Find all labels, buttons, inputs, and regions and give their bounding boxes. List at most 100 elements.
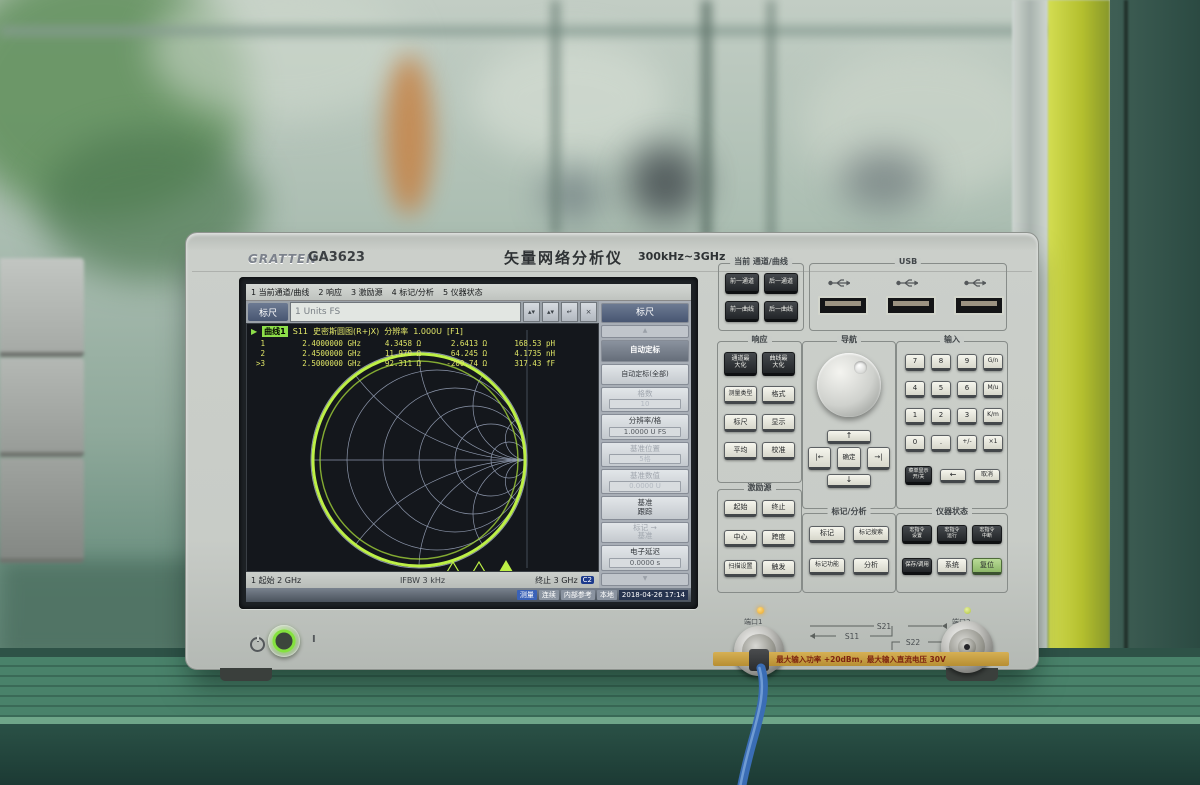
spinner-icon[interactable]: ▴▾: [542, 302, 559, 322]
key-9[interactable]: 9: [957, 354, 977, 371]
meas-type-button[interactable]: 测量类型: [724, 386, 757, 404]
display-button[interactable]: 显示: [762, 414, 795, 432]
usb-port-2[interactable]: [886, 296, 936, 315]
group-marker-analysis: 标记/分析 标记 标记搜索 标记功能 分析: [802, 513, 896, 593]
key-6[interactable]: 6: [957, 381, 977, 398]
key-1[interactable]: 1: [905, 408, 925, 425]
prev-trace-button[interactable]: 前一曲线: [725, 301, 759, 322]
key-8[interactable]: 8: [931, 354, 951, 371]
prev-channel-button[interactable]: 前一通道: [725, 273, 759, 294]
marker-search-button[interactable]: 标记搜索: [853, 526, 889, 543]
softmenu-down-icon[interactable]: ▼: [601, 573, 689, 586]
key-giga-nano[interactable]: G/n: [983, 354, 1003, 371]
marker-reactance: 64.245 Ω: [427, 349, 487, 359]
softkey-scale-per-div[interactable]: 分辨率/格 1.0000 U FS: [601, 414, 689, 440]
marker-id: >3: [251, 359, 265, 369]
trace-max-button[interactable]: 曲线最 大化: [762, 352, 795, 376]
menu-item-marker[interactable]: 4 标记/分析: [392, 287, 434, 298]
softmenu-up-icon[interactable]: ▲: [601, 325, 689, 338]
nav-up-button[interactable]: ↑: [827, 430, 871, 444]
key-plus-minus[interactable]: +/-: [957, 435, 977, 452]
key-mega-micro[interactable]: M/u: [983, 381, 1003, 398]
scale-button[interactable]: 标尺: [724, 414, 757, 432]
softkey-divisions[interactable]: 格数 10: [601, 387, 689, 412]
nav-left-button[interactable]: |←: [808, 447, 831, 470]
smith-chart-area: ▶ 曲线1 S11 史密斯圆图(R+jX) 分辨率 1.000U [F1] 1 …: [246, 323, 599, 572]
softkey-marker-to-ref[interactable]: 标记 → 基准: [601, 522, 689, 544]
brand-logo: GRATTEN: [248, 252, 317, 266]
next-trace-button[interactable]: 后一曲线: [764, 301, 798, 322]
knob-dimple: [854, 361, 867, 374]
softkey-ref-value[interactable]: 基准数值 0.0000 U: [601, 469, 689, 494]
power-on-label: I: [312, 634, 316, 645]
menu-item-stimulus[interactable]: 3 激励源: [351, 287, 383, 298]
center-button[interactable]: 中心: [724, 530, 757, 547]
active-trace-badge[interactable]: 曲线1: [262, 326, 288, 337]
trigger-button[interactable]: 触发: [762, 560, 795, 577]
status-measure: 测量: [517, 590, 537, 600]
softkey-ref-position[interactable]: 基准位置 5格: [601, 442, 689, 467]
span-button[interactable]: 跨度: [762, 530, 795, 547]
marker-reactance: -200.74 Ω: [427, 359, 487, 369]
key-2[interactable]: 2: [931, 408, 951, 425]
rotary-knob[interactable]: [817, 353, 881, 417]
power-button[interactable]: [268, 625, 300, 657]
calibrate-button[interactable]: 校准: [762, 442, 795, 460]
key-decimal[interactable]: .: [931, 435, 951, 452]
key-7[interactable]: 7: [905, 354, 925, 371]
close-icon[interactable]: ×: [580, 302, 597, 322]
marker-function-button[interactable]: 标记功能: [809, 558, 845, 575]
channel-max-button[interactable]: 通道最 大化: [724, 352, 757, 376]
spinner-icon[interactable]: ▴▾: [523, 302, 540, 322]
key-3[interactable]: 3: [957, 408, 977, 425]
nav-right-button[interactable]: →|: [867, 447, 890, 470]
softkey-electrical-delay[interactable]: 电子延迟 0.0000 s: [601, 545, 689, 571]
menu-display-onoff-button[interactable]: 菜单显示 开/关: [905, 466, 932, 485]
next-channel-button[interactable]: 后一通道: [764, 273, 798, 294]
key-x1[interactable]: ×1: [983, 435, 1003, 452]
sweep-setup-button[interactable]: 扫描设置: [724, 560, 757, 577]
nav-down-button[interactable]: ↓: [827, 474, 871, 488]
softkey-ref-tracking[interactable]: 基准 跟踪: [601, 496, 689, 519]
cancel-button[interactable]: 取消: [974, 469, 1000, 483]
bg-blob: [628, 145, 703, 220]
save-recall-button[interactable]: 保存/调用: [902, 558, 932, 575]
marker-button[interactable]: 标记: [809, 526, 845, 543]
softkey-autoscale[interactable]: 自动定标: [601, 340, 689, 362]
key-5[interactable]: 5: [931, 381, 951, 398]
start-button[interactable]: 起始: [724, 500, 757, 517]
calibration-badge: C2: [581, 576, 594, 584]
key-0[interactable]: 0: [905, 435, 925, 452]
enter-icon[interactable]: ↵: [561, 302, 578, 322]
stimulus-status-bar: 1 起始 2 GHz IFBW 3 kHz 终止 3 GHz C2: [246, 572, 599, 588]
analysis-button[interactable]: 分析: [853, 558, 889, 575]
key-kilo-milli[interactable]: K/m: [983, 408, 1003, 425]
group-label: 标记/分析: [828, 508, 871, 517]
format-button[interactable]: 格式: [762, 386, 795, 404]
macro-run-button[interactable]: 宏指令 运行: [937, 525, 967, 544]
macro-setup-button[interactable]: 宏指令 设置: [902, 525, 932, 544]
preset-button[interactable]: 复位: [972, 558, 1002, 575]
screen-body: 标尺 1 Units FS ▴▾ ▴▾ ↵ ×: [246, 301, 691, 588]
scale-value: 1.000U: [413, 327, 442, 336]
group-label: 仪器状态: [932, 508, 972, 517]
nav-ok-button[interactable]: 确定: [837, 447, 861, 470]
group-stimulus: 激励源 起始 终止 中心 跨度 扫描设置 触发: [717, 489, 802, 593]
marker-frequency: 2.4000000 GHz: [271, 339, 361, 349]
softkey-autoscale-all[interactable]: 自动定标(全部): [601, 364, 689, 386]
port2-led: [964, 607, 971, 614]
menu-item-channel[interactable]: 1 当前通道/曲线: [251, 287, 309, 298]
backspace-button[interactable]: ←: [940, 469, 966, 483]
usb-port-1[interactable]: [818, 296, 868, 315]
system-button[interactable]: 系统: [937, 558, 967, 575]
scale-entry-input[interactable]: 1 Units FS: [290, 302, 521, 322]
menu-item-state[interactable]: 5 仪器状态: [443, 287, 483, 298]
average-button[interactable]: 平均: [724, 442, 757, 460]
key-4[interactable]: 4: [905, 381, 925, 398]
stop-button[interactable]: 终止: [762, 500, 795, 517]
menu-item-response[interactable]: 2 响应: [318, 287, 342, 298]
macro-break-button[interactable]: 宏指令 中断: [972, 525, 1002, 544]
power-standby-icon: [250, 637, 265, 652]
usb-port-3[interactable]: [954, 296, 1004, 315]
instrument-foot: [220, 668, 272, 681]
